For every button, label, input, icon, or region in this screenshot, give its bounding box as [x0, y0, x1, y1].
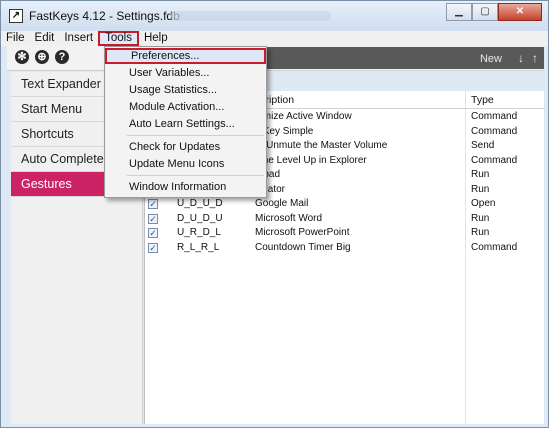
blurred-path	[171, 11, 331, 21]
type-cell: Open	[471, 198, 496, 209]
row-checkbox[interactable]: ✓	[148, 199, 158, 209]
menu-item-usage-statistics[interactable]: Usage Statistics...	[105, 82, 266, 98]
table-row[interactable]: ✓ U_R_D_L Microsoft PowerPoint Run	[145, 226, 545, 241]
menu-tools[interactable]: Tools	[98, 31, 139, 46]
window-title: FastKeys 4.12 - Settings.fdb	[29, 9, 180, 23]
type-cell: Run	[471, 227, 490, 238]
menu-item-user-variables[interactable]: User Variables...	[105, 65, 266, 81]
gesture-cell: U_D_U_D	[177, 198, 223, 209]
close-button[interactable]: ✕	[498, 3, 542, 21]
menu-item-preferences[interactable]: Preferences...	[105, 48, 266, 64]
arrow-icon: ↗	[9, 9, 23, 23]
menu-item-check-for-updates[interactable]: Check for Updates	[105, 139, 266, 155]
minimize-button[interactable]: ▁	[446, 3, 472, 21]
description-cell: One Level Up in Explorer	[255, 154, 367, 166]
type-cell: Run	[471, 212, 490, 224]
table-row[interactable]: ✓ R_L_R_L Countdown Timer Big Command	[145, 241, 545, 256]
gear-icon[interactable]: ✻	[15, 50, 29, 64]
title-bar: ↗ FastKeys 4.12 - Settings.fdb ▁ ▢ ✕	[1, 1, 548, 31]
window-controls: ▁ ▢ ✕	[446, 3, 542, 21]
menu-bar: File Edit Insert Tools Help	[1, 31, 548, 46]
type-cell: Command	[471, 125, 518, 137]
menu-item-update-menu-icons[interactable]: Update Menu Icons	[105, 156, 266, 172]
help-icon[interactable]: ?	[55, 50, 69, 64]
gesture-cell: D_U_D_U	[177, 212, 223, 224]
header-type[interactable]: Type	[471, 94, 494, 106]
menu-item-module-activation[interactable]: Module Activation...	[105, 99, 266, 115]
toolbar: ✻ ⊕ ? New ↓ ↑	[7, 46, 544, 71]
move-down-icon[interactable]: ↓	[518, 51, 524, 65]
maximize-button[interactable]: ▢	[472, 3, 498, 21]
menu-help[interactable]: Help	[139, 31, 173, 46]
description-cell: Google Mail	[255, 198, 309, 209]
menu-separator	[127, 135, 264, 136]
row-checkbox[interactable]: ✓	[148, 228, 158, 238]
description-cell: Countdown Timer Big	[255, 241, 351, 253]
app-window: ↗ FastKeys 4.12 - Settings.fdb ▁ ▢ ✕ Fil…	[0, 0, 549, 428]
table-row[interactable]: ✓ D_U_D_U Microsoft Word Run	[145, 212, 545, 227]
type-cell: Run	[471, 169, 490, 180]
type-cell: Command	[471, 111, 518, 122]
menu-separator	[127, 175, 264, 176]
type-cell: Send	[471, 140, 495, 151]
description-cell: nimize Active Window	[255, 111, 352, 122]
type-cell: Command	[471, 154, 518, 166]
gesture-cell: R_L_R_L	[177, 241, 220, 253]
row-checkbox[interactable]: ✓	[148, 213, 158, 224]
menu-insert[interactable]: Insert	[59, 31, 98, 46]
toolbar-strip: New ↓ ↑	[262, 47, 544, 69]
gesture-cell: U_R_D_L	[177, 227, 221, 238]
menu-item-window-information[interactable]: Window Information	[105, 179, 266, 195]
globe-icon[interactable]: ⊕	[35, 50, 49, 64]
move-up-icon[interactable]: ↑	[532, 51, 538, 65]
menu-file[interactable]: File	[1, 31, 30, 46]
type-cell: Run	[471, 183, 490, 195]
row-checkbox[interactable]: ✓	[148, 242, 158, 253]
menu-item-auto-learn-settings[interactable]: Auto Learn Settings...	[105, 116, 266, 132]
description-cell: Microsoft Word	[255, 212, 323, 224]
tools-dropdown-menu: Preferences... User Variables... Usage S…	[104, 46, 267, 198]
table-row[interactable]: ✓ U_D_U_D Google Mail Open	[145, 197, 545, 212]
menu-edit[interactable]: Edit	[30, 31, 60, 46]
type-cell: Command	[471, 241, 518, 253]
description-cell: te/Unmute the Master Volume	[255, 140, 388, 151]
new-button[interactable]: New	[480, 53, 502, 65]
description-cell: Microsoft PowerPoint	[255, 227, 350, 238]
